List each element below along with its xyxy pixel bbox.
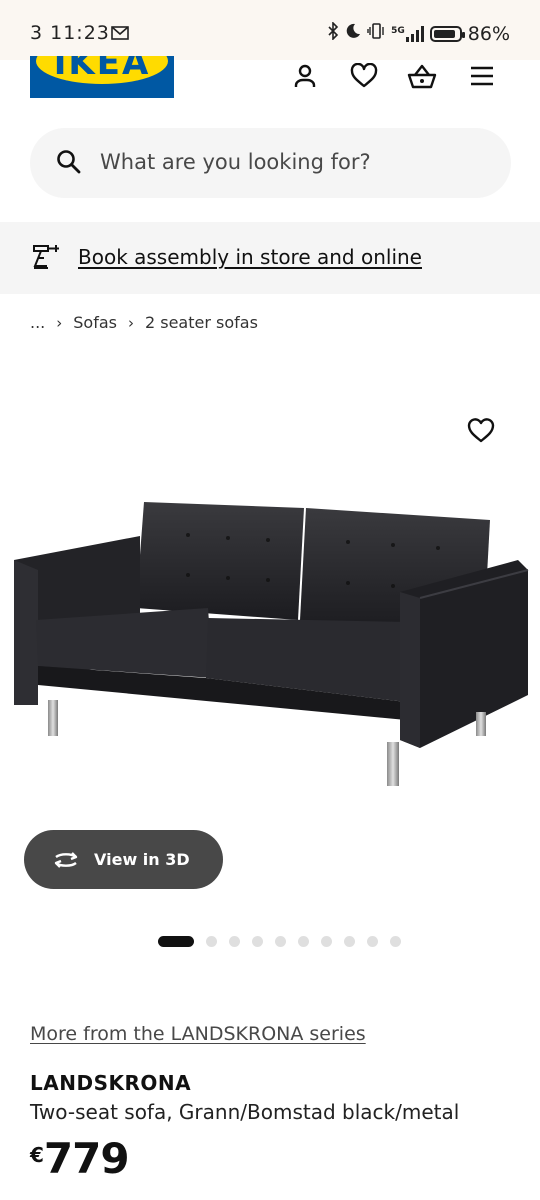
carousel-dot[interactable] [321,936,332,947]
product-image[interactable] [8,480,536,800]
battery-fill [433,29,455,38]
search-bar[interactable]: What are you looking for? [30,128,511,198]
carousel-dot[interactable] [298,936,309,947]
status-time: 3 11:23 [30,22,110,44]
status-bar: 3 11:23 5G 86% [0,0,540,60]
signal-icon: 5G [391,25,424,42]
carousel-dot-active[interactable] [158,936,194,947]
moon-icon [345,23,361,44]
view-in-3d-button[interactable]: View in 3D [24,830,223,889]
ikea-logo[interactable]: IKEA [30,56,174,98]
series-link[interactable]: More from the LANDSKRONA series [30,1023,366,1045]
mail-icon [111,25,129,44]
menu-icon[interactable] [466,60,498,92]
carousel-dot[interactable] [229,936,240,947]
favorites-icon[interactable] [348,60,380,92]
battery-icon [429,25,465,42]
carousel-dot[interactable] [252,936,263,947]
book-assembly-link[interactable]: Book assembly in store and online [78,245,422,269]
price-value: 779 [43,1134,130,1183]
assembly-banner[interactable]: Book assembly in store and online [0,222,540,294]
price-currency: € [30,1143,44,1167]
chevron-right-icon: › [56,313,63,332]
breadcrumb: ... › Sofas › 2 seater sofas [30,313,258,332]
carousel-dot[interactable] [367,936,378,947]
carousel-dot[interactable] [275,936,286,947]
view-in-3d-label: View in 3D [94,850,190,869]
carousel-dot[interactable] [390,936,401,947]
carousel-dot[interactable] [344,936,355,947]
search-icon [56,149,82,179]
basket-icon[interactable] [406,60,438,92]
battery-percent: 86% [467,22,510,45]
search-input[interactable]: What are you looking for? [100,150,371,174]
breadcrumb-2-seater-sofas[interactable]: 2 seater sofas [145,313,258,332]
chevron-right-icon: › [127,313,134,332]
assembly-tool-icon [32,244,62,274]
product-description: Two-seat sofa, Grann/Bomstad black/metal [30,1100,460,1124]
account-icon[interactable] [289,60,321,92]
status-indicators: 5G 86% [327,21,510,45]
rotate-3d-icon [54,851,78,868]
logo-text: IKEA [53,56,151,83]
network-type: 5G [391,25,405,36]
breadcrumb-sofas[interactable]: Sofas [73,313,117,332]
add-to-favorites-icon[interactable] [466,416,498,448]
breadcrumb-ellipsis[interactable]: ... [30,313,45,332]
product-price: € 779 [30,1134,130,1183]
vibrate-icon [367,23,385,44]
carousel-indicator[interactable] [158,936,413,947]
site-header: IKEA [0,56,540,105]
product-name: LANDSKRONA [30,1071,192,1095]
carousel-dot[interactable] [206,936,217,947]
bluetooth-icon [327,21,339,45]
